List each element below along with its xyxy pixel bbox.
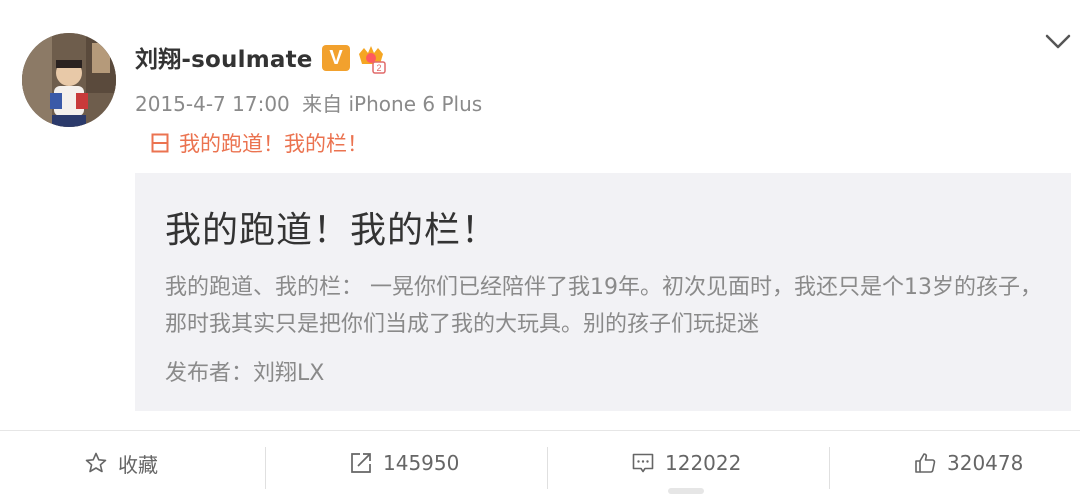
- avatar[interactable]: [22, 33, 116, 127]
- scroll-indicator: [668, 488, 704, 494]
- post-source: 来自 iPhone 6 Plus: [302, 92, 483, 116]
- action-separator: [829, 447, 830, 489]
- favorite-button[interactable]: 收藏: [84, 445, 158, 481]
- article-link-text[interactable]: 我的跑道！我的栏！: [179, 128, 368, 158]
- article-title: 我的跑道！我的栏！: [165, 210, 499, 251]
- like-button[interactable]: 320478: [913, 445, 1023, 481]
- post-timestamp[interactable]: 2015-4-7 17:00: [135, 92, 290, 116]
- repost-count: 145950: [383, 451, 460, 475]
- crown-member-icon: 2: [355, 42, 387, 74]
- star-icon: [85, 452, 107, 473]
- article-icon: [151, 133, 169, 153]
- article-excerpt: 我的跑道、我的栏： 一晃你们已经陪伴了我19年。初次见面时，我还只是个13岁的孩…: [165, 275, 1042, 337]
- thumbs-up-icon: [915, 453, 936, 473]
- svg-text:2: 2: [376, 63, 381, 73]
- comment-count: 122022: [665, 451, 742, 475]
- username[interactable]: 刘翔-soulmate: [135, 40, 313, 74]
- action-bar: 收藏 145950 122022 320478: [0, 431, 1080, 494]
- post-meta: 2015-4-7 17:00 来自 iPhone 6 Plus: [135, 88, 488, 117]
- verified-badge: V: [322, 45, 350, 71]
- repost-icon: [351, 453, 371, 473]
- action-separator: [547, 447, 548, 489]
- like-count: 320478: [947, 451, 1024, 475]
- article-link[interactable]: 我的跑道！我的栏！: [151, 128, 368, 158]
- article-card[interactable]: 我的跑道！我的栏！ 我的跑道、我的栏： 一晃你们已经陪伴了我19年。初次见面时，…: [135, 173, 1071, 411]
- favorite-label: 收藏: [118, 452, 158, 477]
- repost-button[interactable]: 145950: [349, 445, 459, 481]
- chevron-down-icon[interactable]: [1043, 30, 1073, 54]
- comment-button[interactable]: 122022: [631, 445, 741, 481]
- article-author: 发布者：刘翔LX: [165, 361, 325, 386]
- comment-icon: [632, 453, 654, 473]
- action-separator: [265, 447, 266, 489]
